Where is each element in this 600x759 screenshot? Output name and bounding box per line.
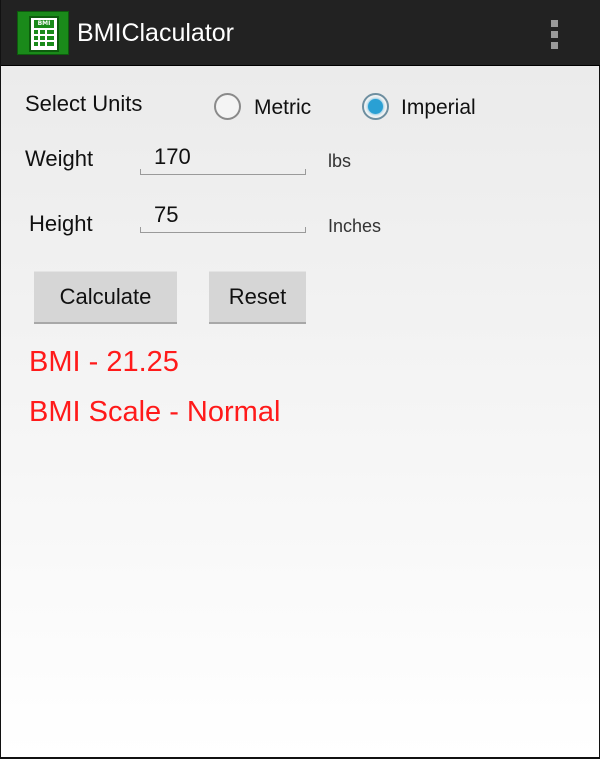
weight-input[interactable]: 170	[140, 143, 306, 175]
weight-input-value: 170	[154, 144, 191, 169]
radio-imperial[interactable]	[362, 93, 389, 120]
overflow-dot	[551, 31, 558, 38]
calculator-icon[interactable]: BMI	[17, 11, 69, 55]
reset-button[interactable]: Reset	[209, 271, 306, 324]
height-unit: Inches	[328, 216, 382, 236]
height-input[interactable]: 75	[140, 201, 306, 233]
app-title: BMIClaculator	[77, 19, 234, 47]
calculator-body: BMI	[29, 16, 59, 52]
action-bar: BMI BMIClaculator	[1, 0, 600, 66]
bmi-scale-result: BMI Scale - Normal	[29, 396, 281, 428]
overflow-dot	[551, 42, 558, 49]
radio-imperial-label[interactable]: Imperial	[401, 94, 476, 122]
select-units-label: Select Units	[25, 91, 143, 116]
weight-unit: lbs	[328, 151, 352, 171]
overflow-menu-icon[interactable]	[545, 18, 565, 50]
calculator-keys	[34, 30, 54, 48]
height-label: Height	[29, 211, 93, 236]
radio-metric-label[interactable]: Metric	[254, 94, 311, 122]
app-window: BMI BMIClaculator Select Units Metric Im…	[0, 0, 600, 759]
bmi-result: BMI - 21.25	[29, 346, 179, 378]
radio-metric[interactable]	[214, 93, 241, 120]
weight-label: Weight	[25, 146, 94, 171]
overflow-dot	[551, 20, 558, 27]
icon-text: BMI	[34, 20, 54, 28]
height-input-value: 75	[154, 202, 179, 227]
calculate-button[interactable]: Calculate	[34, 271, 177, 324]
